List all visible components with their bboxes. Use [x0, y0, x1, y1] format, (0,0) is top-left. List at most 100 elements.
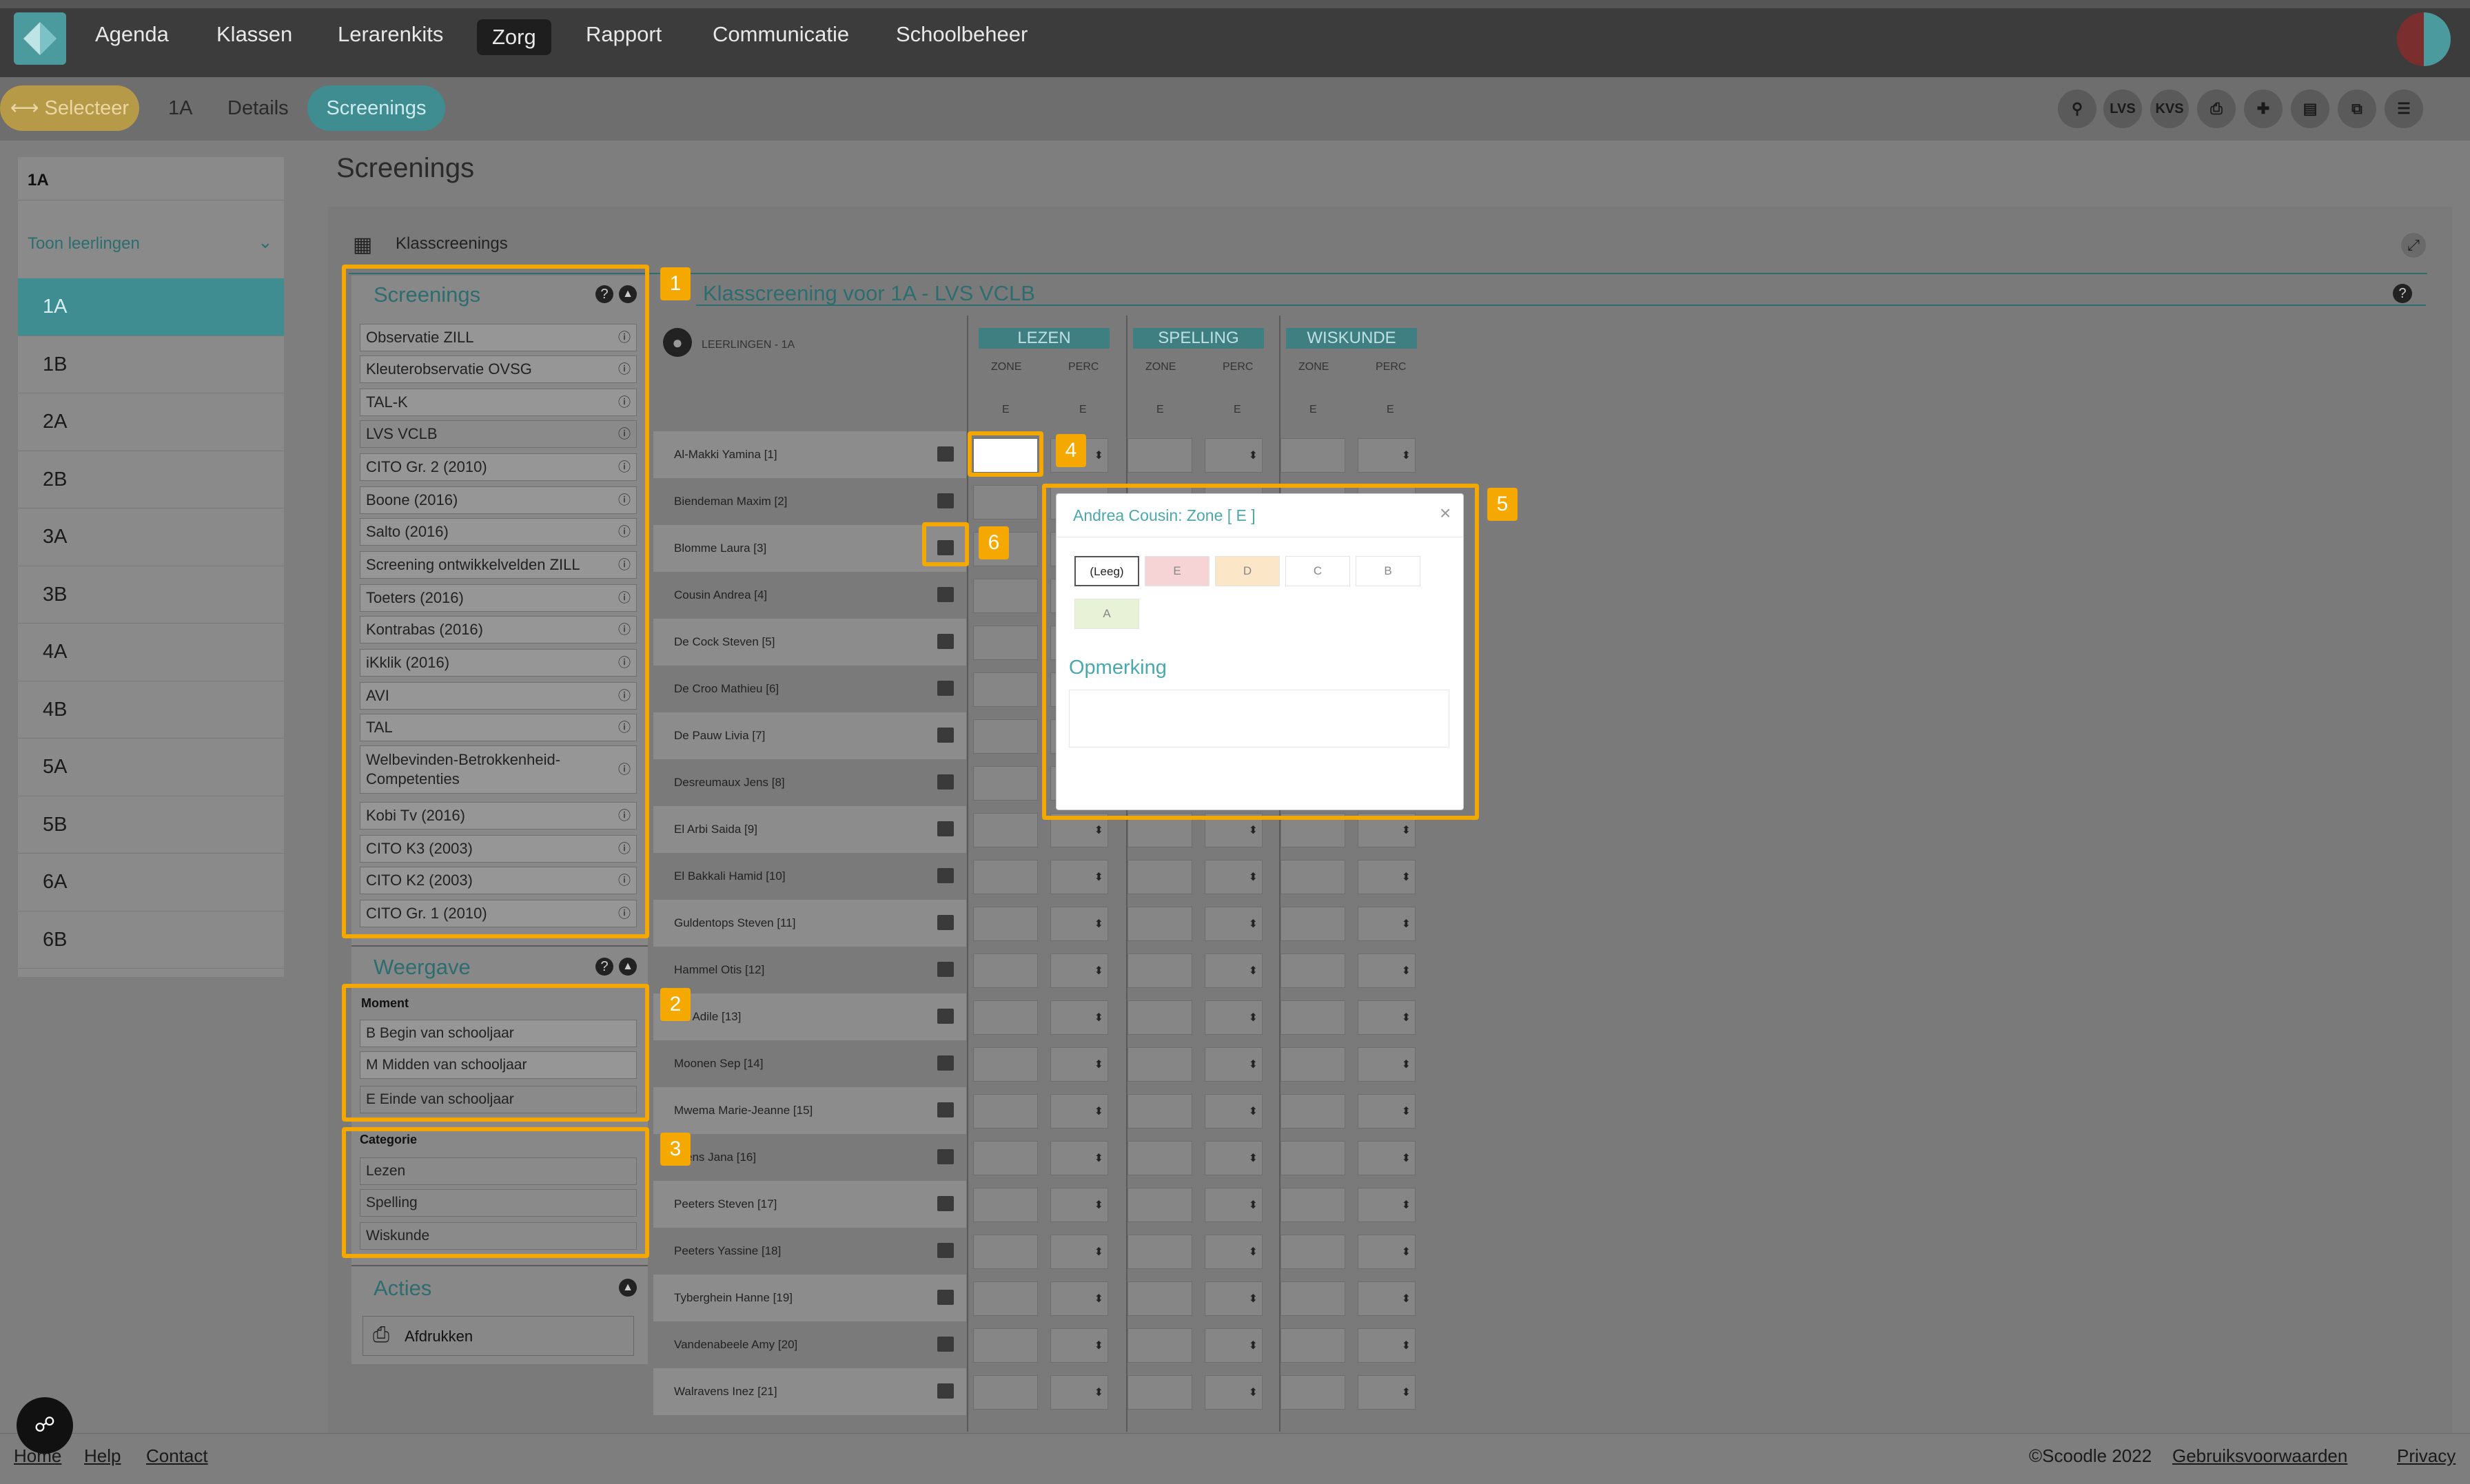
zone-input[interactable] [973, 1235, 1038, 1269]
zone-input[interactable] [973, 1188, 1038, 1222]
archive-icon[interactable] [937, 1337, 954, 1352]
file-add-icon[interactable]: ✚ [2244, 90, 2283, 128]
tab-screenings[interactable]: Screenings [307, 85, 445, 131]
zone-input[interactable] [1280, 954, 1345, 988]
nav-rapport[interactable]: Rapport [571, 0, 677, 69]
perc-stepper[interactable]: ⬍ [1050, 1047, 1108, 1082]
perc-stepper[interactable]: ⬍ [1205, 954, 1263, 988]
zone-input[interactable] [1127, 1375, 1192, 1410]
perc-stepper[interactable]: ⬍ [1358, 1328, 1416, 1363]
zone-input[interactable] [973, 813, 1038, 847]
perc-stepper[interactable]: ⬍ [1205, 1281, 1263, 1316]
archive-icon[interactable]: ▤ [2291, 90, 2329, 128]
class-item-3b[interactable]: 3B [18, 566, 284, 624]
select-button[interactable]: ⟷ Selecteer [0, 85, 139, 131]
zone-input[interactable] [1280, 1094, 1345, 1129]
lvs-button[interactable]: LVS [2103, 90, 2142, 128]
archive-icon[interactable] [937, 1290, 954, 1305]
archive-icon[interactable] [937, 1009, 954, 1024]
zone-input[interactable] [1127, 860, 1192, 894]
perc-stepper[interactable]: ⬍ [1358, 1047, 1416, 1082]
perc-stepper[interactable]: ⬍ [1205, 1094, 1263, 1129]
print-button[interactable]: ⎙ Afdrukken [363, 1316, 634, 1356]
archive-icon[interactable] [937, 1243, 954, 1258]
nav-klassen[interactable]: Klassen [201, 0, 307, 69]
archive-icon[interactable] [937, 1196, 954, 1211]
scoodle-logo[interactable] [14, 12, 66, 65]
class-item-1a[interactable]: 1A [18, 278, 284, 336]
class-item-4b[interactable]: 4B [18, 681, 284, 739]
perc-stepper[interactable]: ⬍ [1205, 1000, 1263, 1035]
zone-input[interactable] [973, 860, 1038, 894]
archive-icon[interactable] [937, 446, 954, 462]
class-item-5a[interactable]: 5A [18, 739, 284, 796]
class-item-2a[interactable]: 2A [18, 393, 284, 451]
tab-class[interactable]: 1A [168, 85, 192, 131]
zone-input[interactable] [1127, 1141, 1192, 1175]
collapse-icon[interactable]: ▲ [619, 958, 637, 976]
user-avatar[interactable] [2397, 12, 2451, 66]
perc-stepper[interactable]: ⬍ [1358, 907, 1416, 941]
perc-stepper[interactable]: ⬍ [1205, 1328, 1263, 1363]
nav-lerarenkits[interactable]: Lerarenkits [323, 0, 458, 69]
archive-icon[interactable] [937, 1055, 954, 1071]
perc-stepper[interactable]: ⬍ [1358, 1141, 1416, 1175]
perc-stepper[interactable]: ⬍ [1205, 907, 1263, 941]
zone-input[interactable] [1280, 1375, 1345, 1410]
perc-stepper[interactable]: ⬍ [1205, 1047, 1263, 1082]
nav-agenda[interactable]: Agenda [80, 0, 184, 69]
chevron-down-icon[interactable]: ⌄ [258, 231, 273, 253]
perc-stepper[interactable]: ⬍ [1358, 1375, 1416, 1410]
help-icon[interactable]: ? [2393, 284, 2412, 303]
perc-stepper[interactable]: ⬍ [1358, 438, 1416, 473]
zone-input[interactable] [1280, 1047, 1345, 1082]
perc-stepper[interactable]: ⬍ [1050, 1281, 1108, 1316]
class-item-3a[interactable]: 3A [18, 508, 284, 566]
perc-stepper[interactable]: ⬍ [1358, 1188, 1416, 1222]
perc-stepper[interactable]: ⬍ [1050, 1375, 1108, 1410]
perc-stepper[interactable]: ⬍ [1358, 1000, 1416, 1035]
class-item-2b[interactable]: 2B [18, 451, 284, 508]
zone-input[interactable] [973, 1328, 1038, 1363]
zone-input[interactable] [973, 719, 1038, 754]
zone-input[interactable] [1127, 1328, 1192, 1363]
perc-stepper[interactable]: ⬍ [1050, 1328, 1108, 1363]
perc-stepper[interactable]: ⬍ [1205, 438, 1263, 473]
archive-icon[interactable] [937, 587, 954, 602]
zone-input[interactable] [1280, 1188, 1345, 1222]
kvs-button[interactable]: KVS [2150, 90, 2189, 128]
collapse-icon[interactable]: ▲ [619, 1279, 637, 1297]
class-item-6a[interactable]: 6A [18, 854, 284, 911]
perc-stepper[interactable]: ⬍ [1050, 954, 1108, 988]
zone-input[interactable] [973, 1141, 1038, 1175]
zone-input[interactable] [973, 626, 1038, 660]
zone-input[interactable] [1280, 438, 1345, 473]
chat-icon[interactable]: ☍ [17, 1397, 73, 1454]
archive-icon[interactable] [937, 962, 954, 977]
perc-stepper[interactable]: ⬍ [1050, 907, 1108, 941]
archive-icon[interactable] [937, 493, 954, 508]
terms-link[interactable]: Gebruiksvoorwaarden [2172, 1445, 2347, 1467]
search-icon[interactable]: ⚲ [2058, 90, 2096, 128]
zone-input[interactable] [973, 1375, 1038, 1410]
privacy-link[interactable]: Privacy [2397, 1445, 2456, 1467]
perc-stepper[interactable]: ⬍ [1358, 1281, 1416, 1316]
zone-input[interactable] [973, 907, 1038, 941]
footer-help-link[interactable]: Help [84, 1445, 121, 1467]
zone-input[interactable] [1280, 1000, 1345, 1035]
perc-stepper[interactable]: ⬍ [1205, 1235, 1263, 1269]
class-item-4a[interactable]: 4A [18, 624, 284, 681]
zone-input[interactable] [1127, 1188, 1192, 1222]
perc-stepper[interactable]: ⬍ [1205, 1375, 1263, 1410]
zone-input[interactable] [1280, 1235, 1345, 1269]
perc-stepper[interactable]: ⬍ [1205, 1188, 1263, 1222]
tab-details[interactable]: Details [227, 85, 289, 131]
zone-input[interactable] [973, 1000, 1038, 1035]
perc-stepper[interactable]: ⬍ [1358, 1094, 1416, 1129]
zone-input[interactable] [1280, 1328, 1345, 1363]
help-icon[interactable]: ? [595, 958, 613, 976]
zone-input[interactable] [1280, 860, 1345, 894]
zone-input[interactable] [1280, 1281, 1345, 1316]
zone-input[interactable] [1127, 1235, 1192, 1269]
perc-stepper[interactable]: ⬍ [1050, 1094, 1108, 1129]
